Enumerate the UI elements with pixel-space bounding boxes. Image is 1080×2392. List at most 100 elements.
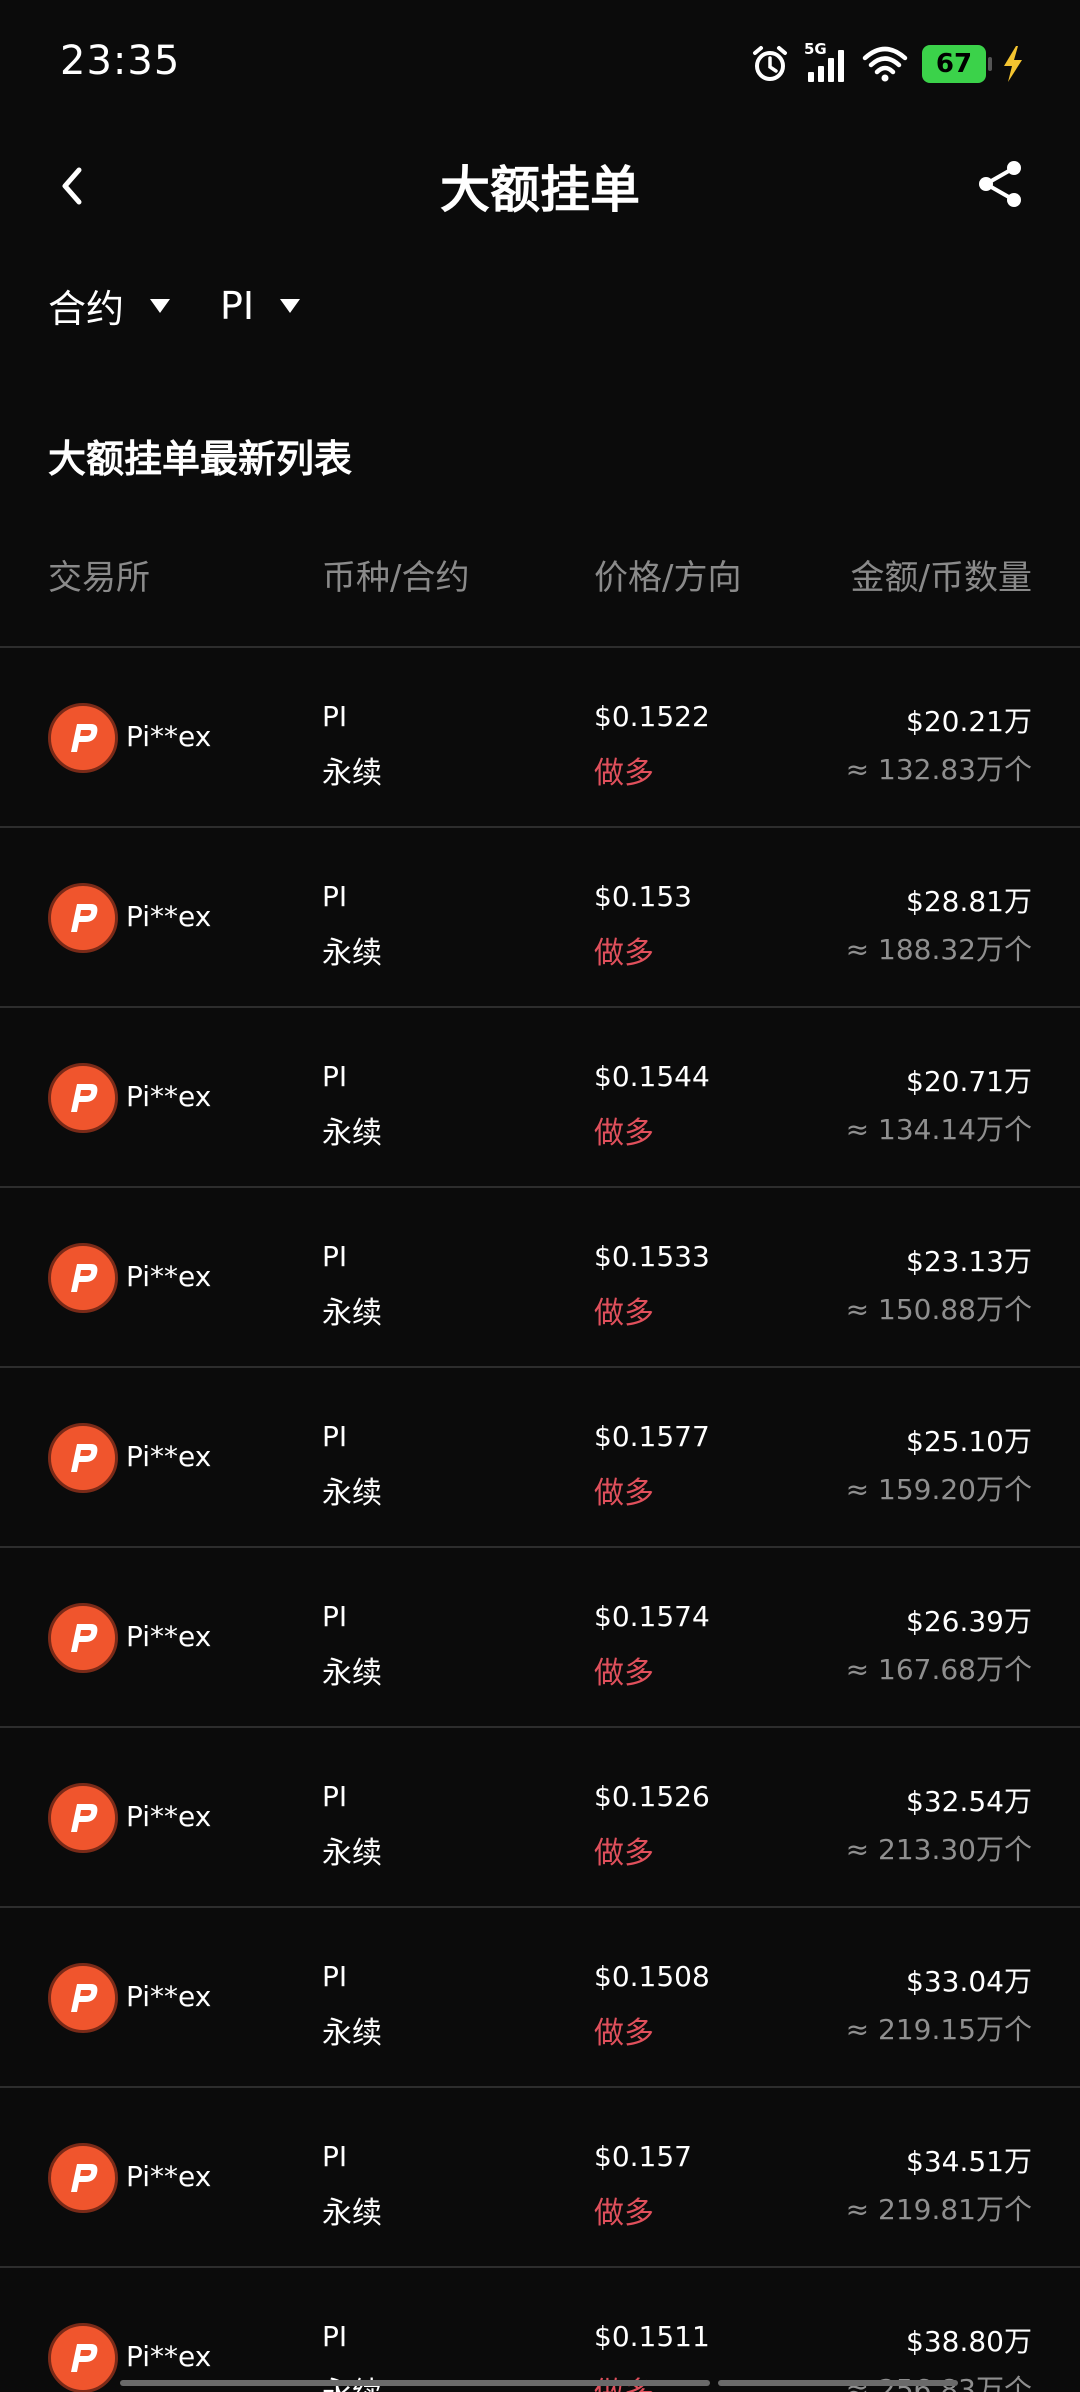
order-amount: $28.81万: [906, 885, 1032, 918]
battery-indicator: 67: [922, 45, 992, 83]
order-side: 做多: [594, 2196, 654, 2231]
column-header-coin: 币种/合约: [322, 558, 470, 598]
caret-down-icon: [280, 298, 301, 313]
order-price: $0.1577: [594, 1420, 710, 1453]
coin-symbol: PI: [322, 1240, 348, 1273]
order-quantity: ≈ 159.20万个: [845, 1473, 1032, 1506]
order-amount: $32.54万: [906, 1785, 1032, 1818]
status-time: 23:35: [60, 38, 181, 84]
column-header-exchange: 交易所: [48, 558, 150, 598]
order-side: 做多: [594, 2016, 654, 2051]
exchange-name: Pi**ex: [126, 720, 212, 753]
exchange-logo-icon: [48, 1063, 118, 1133]
order-price: $0.1522: [594, 700, 710, 733]
order-side: 做多: [594, 1296, 654, 1331]
table-row[interactable]: Pi**ex PI 永续 $0.1544 做多 $20.71万 ≈ 134.14…: [0, 1006, 1080, 1186]
caret-down-icon: [150, 298, 171, 313]
coin-symbol: PI: [322, 700, 348, 733]
table-row[interactable]: Pi**ex PI 永续 $0.1577 做多 $25.10万 ≈ 159.20…: [0, 1366, 1080, 1546]
order-price: $0.1511: [594, 2320, 710, 2353]
filter-bar: 合约 PI: [48, 278, 301, 333]
contract-type: 永续: [322, 1476, 382, 1511]
order-price: $0.1526: [594, 1780, 710, 1813]
order-side: 做多: [594, 936, 654, 971]
exchange-name: Pi**ex: [126, 1980, 212, 2013]
table-row[interactable]: Pi**ex PI 永续 $0.153 做多 $28.81万 ≈ 188.32万…: [0, 826, 1080, 1006]
order-side: 做多: [594, 1116, 654, 1151]
exchange-name: Pi**ex: [126, 1260, 212, 1293]
coin-symbol: PI: [322, 1780, 348, 1813]
order-side: 做多: [594, 1836, 654, 1871]
coin-symbol: PI: [322, 1420, 348, 1453]
table-row[interactable]: Pi**ex PI 永续 $0.1511 做多 $38.80万 ≈ 256.83…: [0, 2266, 1080, 2392]
wifi-icon: [862, 44, 908, 84]
coin-label: PI: [220, 283, 255, 328]
order-side: 做多: [594, 1656, 654, 1691]
exchange-logo-icon: [48, 1243, 118, 1313]
order-price: $0.1544: [594, 1060, 710, 1093]
table-row[interactable]: Pi**ex PI 永续 $0.1533 做多 $23.13万 ≈ 150.88…: [0, 1186, 1080, 1366]
order-amount: $20.21万: [906, 705, 1032, 738]
exchange-logo-icon: [48, 1603, 118, 1673]
share-button[interactable]: [968, 152, 1032, 216]
order-amount: $34.51万: [906, 2145, 1032, 2178]
order-amount: $20.71万: [906, 1065, 1032, 1098]
order-quantity: ≈ 213.30万个: [845, 1833, 1032, 1866]
section-title: 大额挂单最新列表: [48, 437, 353, 481]
contract-type: 永续: [322, 1656, 382, 1691]
contract-type: 永续: [322, 756, 382, 791]
exchange-logo-icon: [48, 2143, 118, 2213]
order-quantity: ≈ 167.68万个: [845, 1653, 1032, 1686]
page-title: 大额挂单: [440, 161, 640, 219]
order-quantity: ≈ 134.14万个: [845, 1113, 1032, 1146]
exchange-name: Pi**ex: [126, 1800, 212, 1833]
order-price: $0.157: [594, 2140, 692, 2173]
order-price: $0.1574: [594, 1600, 710, 1633]
table-row[interactable]: Pi**ex PI 永续 $0.157 做多 $34.51万 ≈ 219.81万…: [0, 2086, 1080, 2266]
charging-icon: [1000, 44, 1026, 84]
contract-type: 永续: [322, 1116, 382, 1151]
coin-symbol: PI: [322, 1600, 348, 1633]
contract-type: 永续: [322, 2016, 382, 2051]
order-quantity: ≈ 219.81万个: [845, 2193, 1032, 2226]
order-side: 做多: [594, 1476, 654, 1511]
order-quantity: ≈ 219.15万个: [845, 2013, 1032, 2046]
order-amount: $25.10万: [906, 1425, 1032, 1458]
table-row[interactable]: Pi**ex PI 永续 $0.1526 做多 $32.54万 ≈ 213.30…: [0, 1726, 1080, 1906]
cellular-signal-icon: 5G: [804, 40, 848, 84]
exchange-logo-icon: [48, 1783, 118, 1853]
exchange-name: Pi**ex: [126, 2340, 212, 2373]
status-bar: 23:35 5G 67: [0, 0, 1080, 120]
table-header: 交易所 币种/合约 价格/方向 金额/币数量: [0, 550, 1080, 600]
contract-type: 永续: [322, 936, 382, 971]
order-quantity: ≈ 132.83万个: [845, 753, 1032, 786]
exchange-logo-icon: [48, 1963, 118, 2033]
coin-symbol: PI: [322, 1060, 348, 1093]
contract-type: 永续: [322, 1296, 382, 1331]
order-quantity: ≈ 188.32万个: [845, 933, 1032, 966]
coin-symbol: PI: [322, 1960, 348, 1993]
contract-type: 永续: [322, 2196, 382, 2231]
order-amount: $26.39万: [906, 1605, 1032, 1638]
column-header-price: 价格/方向: [594, 558, 742, 598]
exchange-logo-icon: [48, 1423, 118, 1493]
market-type-dropdown[interactable]: 合约: [48, 278, 171, 333]
exchange-name: Pi**ex: [126, 900, 212, 933]
exchange-logo-icon: [48, 883, 118, 953]
order-price: $0.1533: [594, 1240, 710, 1273]
coin-dropdown[interactable]: PI: [220, 278, 301, 333]
table-row[interactable]: Pi**ex PI 永续 $0.1574 做多 $26.39万 ≈ 167.68…: [0, 1546, 1080, 1726]
exchange-name: Pi**ex: [126, 1080, 212, 1113]
order-quantity: ≈ 150.88万个: [845, 1293, 1032, 1326]
table-row[interactable]: Pi**ex PI 永续 $0.1508 做多 $33.04万 ≈ 219.15…: [0, 1906, 1080, 2086]
table-row[interactable]: Pi**ex PI 永续 $0.1522 做多 $20.21万 ≈ 132.83…: [0, 646, 1080, 826]
order-price: $0.1508: [594, 1960, 710, 1993]
order-amount: $38.80万: [906, 2325, 1032, 2358]
exchange-name: Pi**ex: [126, 1440, 212, 1473]
coin-symbol: PI: [322, 880, 348, 913]
order-amount: $23.13万: [906, 1245, 1032, 1278]
exchange-name: Pi**ex: [126, 2160, 212, 2193]
order-side: 做多: [594, 756, 654, 791]
coin-symbol: PI: [322, 2320, 348, 2353]
market-type-label: 合约: [48, 287, 125, 331]
